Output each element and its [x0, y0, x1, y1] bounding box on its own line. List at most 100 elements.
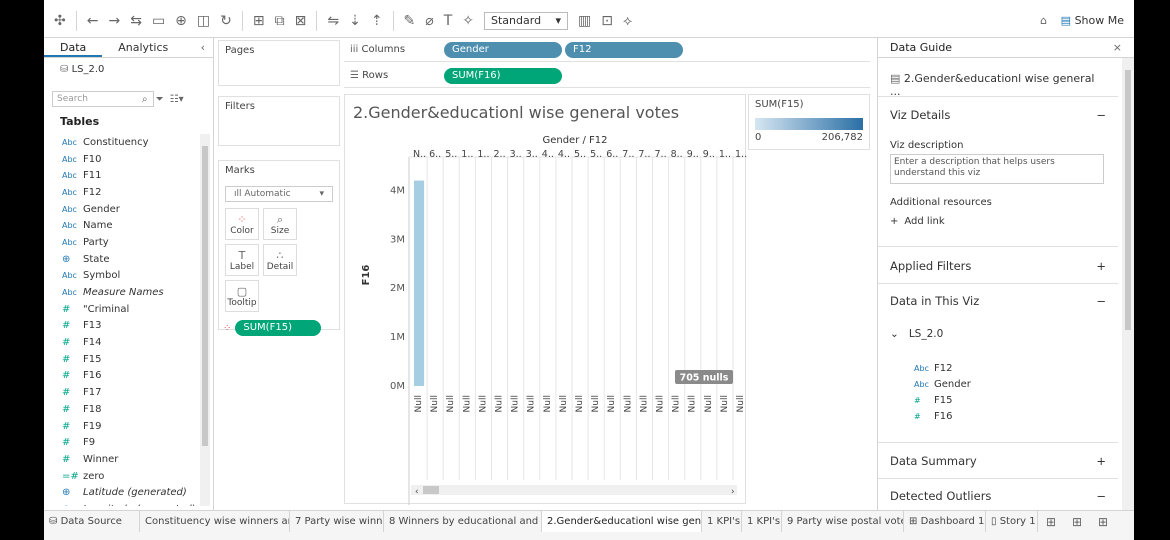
datasource-item[interactable]: ⛁ LS_2.0 [44, 58, 213, 81]
column-header-label[interactable]: 5.. [574, 149, 586, 160]
column-header-label[interactable]: 1.. [477, 149, 489, 160]
pause-updates-icon[interactable]: ◫ [197, 13, 210, 29]
field-item[interactable]: ⊕Longitude (generated) [44, 501, 204, 506]
field-item[interactable]: # F9 [44, 434, 204, 451]
highlight-icon[interactable]: ✎ [404, 13, 416, 29]
field-item[interactable]: Abc F10 [44, 151, 204, 168]
collapse-pane-icon[interactable]: ‹ [201, 38, 213, 57]
save-icon[interactable]: ▭ [152, 13, 165, 29]
scrollbar-thumb[interactable] [423, 486, 439, 494]
scroll-right-icon[interactable]: › [731, 487, 735, 497]
sheet-tab[interactable]: 1 KPI's [702, 510, 742, 533]
column-header-label[interactable]: 2.. [494, 149, 506, 160]
detail-button[interactable]: ∴ Detail [263, 244, 297, 276]
field-item[interactable]: Abc Symbol [44, 268, 204, 285]
show-me-button[interactable]: ⌂ ▤ Show Me [1040, 14, 1124, 27]
new-worksheet-icon[interactable]: ⊞ [253, 13, 265, 29]
column-header-label[interactable]: 1.. [719, 149, 731, 160]
field-item[interactable]: Abc Constituency [44, 134, 204, 151]
new-dashboard-icon[interactable]: ⊞ [1064, 515, 1090, 529]
ds-tree-item[interactable]: ⌄ LS_2.0 [878, 328, 1118, 340]
column-header-label[interactable]: 6.. [429, 149, 441, 160]
mark-type-select[interactable]: ıll Automatic ▾ [225, 186, 333, 202]
tab-data-source[interactable]: ⛁ Data Source [44, 510, 140, 533]
sheet-tab[interactable]: 2.Gender&educationl wise gen... [542, 510, 702, 533]
tab-data[interactable]: Data [44, 38, 103, 57]
filters-card[interactable]: Filters [218, 96, 340, 146]
field-item[interactable]: =# zero [44, 468, 204, 485]
column-header-label[interactable]: 5.. [590, 149, 602, 160]
scroll-left-icon[interactable]: ‹ [415, 487, 419, 497]
pages-card[interactable]: Pages [218, 40, 340, 86]
field-item[interactable]: Abc Measure Names [44, 284, 204, 301]
field-item[interactable]: Abc F12 [44, 184, 204, 201]
new-datasource-icon[interactable]: ⊕ [175, 13, 187, 29]
search-input[interactable]: Search [52, 91, 154, 107]
horizontal-scrollbar[interactable] [411, 485, 737, 495]
bar[interactable] [414, 180, 425, 386]
sort-ascending-icon[interactable]: ⇣ [349, 13, 361, 29]
column-header-label[interactable]: 1.. [461, 149, 473, 160]
duplicate-icon[interactable]: ⧉ [275, 13, 285, 29]
field-item[interactable]: # "Criminal [44, 301, 204, 318]
ds-field-item[interactable]: Abc F12 [914, 360, 1094, 376]
view-options-icon[interactable]: ☷▾ [170, 94, 184, 105]
column-header-label[interactable]: 7.. [655, 149, 667, 160]
columns-pill-f12[interactable]: F12 [565, 41, 683, 58]
viz-details-section[interactable]: Viz Details − [878, 108, 1118, 122]
field-item[interactable]: # F19 [44, 418, 204, 435]
field-item[interactable]: # F18 [44, 401, 204, 418]
sheet-tab[interactable]: 8 Winners by educational and ca... [384, 510, 542, 533]
guide-scrollbar[interactable] [1122, 58, 1134, 510]
sheet-tab[interactable]: ⊞ Dashboard 1 [904, 510, 986, 533]
column-header-label[interactable]: 6.. [606, 149, 618, 160]
field-item[interactable]: # F14 [44, 334, 204, 351]
add-link-button[interactable]: + Add link [878, 216, 1118, 227]
column-header-label[interactable]: 5.. [445, 149, 457, 160]
column-header-label[interactable]: 1.. [735, 149, 747, 160]
tooltip-button[interactable]: ▢ Tooltip [225, 280, 259, 312]
sheet-tab[interactable]: 1 KPI's [742, 510, 782, 533]
field-item[interactable]: # F15 [44, 351, 204, 368]
label-button[interactable]: T Label [225, 244, 259, 276]
share-icon[interactable]: ⟡ [623, 13, 632, 29]
show-cards-icon[interactable]: ▥ [578, 13, 591, 29]
redo-icon[interactable]: → [108, 13, 120, 29]
column-header-label[interactable]: 9.. [687, 149, 699, 160]
field-item[interactable]: # Winner [44, 451, 204, 468]
new-worksheet-icon[interactable]: ⊞ [1038, 515, 1064, 529]
sheet-tab[interactable]: 7 Party wise winner [290, 510, 384, 533]
column-header-label[interactable]: 3.. [526, 149, 538, 160]
field-item[interactable]: # F16 [44, 368, 204, 385]
column-header-label[interactable]: 8.. [671, 149, 683, 160]
field-list-scrollbar[interactable] [200, 134, 210, 506]
field-item[interactable]: ⊕ State [44, 251, 204, 268]
field-item[interactable]: # F13 [44, 318, 204, 335]
column-header-label[interactable]: 7.. [638, 149, 650, 160]
column-header-label[interactable]: 7.. [622, 149, 634, 160]
refresh-icon[interactable]: ↻ [220, 13, 232, 29]
marks-pill-sum-f15[interactable]: SUM(F15) [235, 320, 322, 336]
presentation-icon[interactable]: ⊡ [601, 13, 613, 29]
ds-field-item[interactable]: # F15 [914, 392, 1094, 408]
clear-sheet-icon[interactable]: ⊠ [295, 13, 307, 29]
search-icon[interactable]: ⌕ [142, 94, 148, 105]
field-item[interactable]: Abc F11 [44, 167, 204, 184]
column-header-label[interactable]: 9.. [703, 149, 715, 160]
sheet-tab[interactable]: ▯ Story 1 [986, 510, 1038, 533]
rows-shelf[interactable]: ☰ Rows SUM(F16) [344, 64, 870, 88]
rows-pill-sum-f16[interactable]: SUM(F16) [444, 67, 562, 84]
tableau-logo-icon[interactable]: ✣ [54, 13, 66, 29]
column-header-label[interactable]: 3.. [510, 149, 522, 160]
swap-icon[interactable]: ⇋ [327, 13, 339, 29]
columns-shelf[interactable]: iii Columns Gender F12 [344, 38, 870, 62]
field-item[interactable]: Abc Name [44, 217, 204, 234]
ds-field-item[interactable]: # F16 [914, 408, 1094, 424]
field-item[interactable]: # F17 [44, 384, 204, 401]
data-summary-section[interactable]: Data Summary + [878, 454, 1118, 468]
color-button[interactable]: ⁘ Color [225, 208, 259, 240]
sort-descending-icon[interactable]: ⇡ [371, 13, 383, 29]
viz-description-input[interactable]: Enter a description that helps users und… [890, 154, 1104, 184]
column-header-label[interactable]: 4.. [542, 149, 554, 160]
column-header-label[interactable]: N.. [413, 149, 426, 160]
